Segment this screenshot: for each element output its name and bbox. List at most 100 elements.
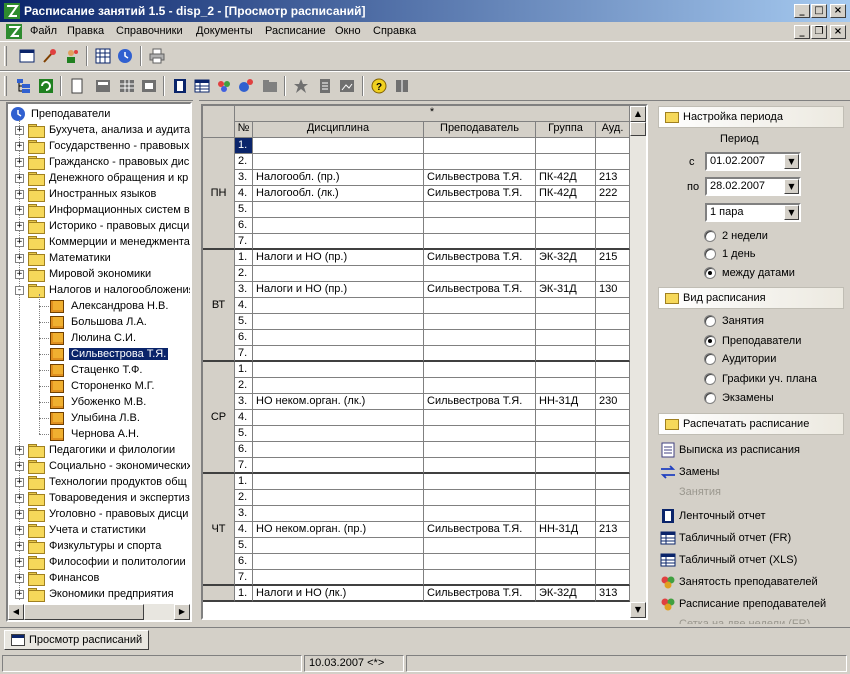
view-option-radio[interactable]: Преподаватели <box>704 335 801 347</box>
schedule-cell[interactable] <box>536 266 596 282</box>
schedule-cell[interactable] <box>424 138 536 154</box>
schedule-cell[interactable]: Сильвестрова Т.Я. <box>424 186 536 202</box>
expand-icon[interactable]: + <box>15 125 24 135</box>
schedule-cell[interactable] <box>253 474 424 490</box>
radio-dot[interactable] <box>704 267 716 279</box>
row-number-cell[interactable]: 6. <box>235 218 253 234</box>
expand-icon[interactable]: + <box>15 573 24 583</box>
chevron-down-icon[interactable]: ▼ <box>784 205 799 220</box>
column-header[interactable]: Преподаватель <box>424 122 536 138</box>
child-restore-button[interactable]: ❐ <box>811 25 827 39</box>
print-link[interactable]: Табличный отчет (XLS) <box>660 552 797 568</box>
scroll-left-button[interactable]: ◀ <box>8 604 24 620</box>
schedule-cell[interactable] <box>536 218 596 234</box>
schedule-cell[interactable]: Налоги и НО (пр.) <box>253 250 424 266</box>
schedule-cell[interactable]: 230 <box>596 394 630 410</box>
document-gray-icon[interactable] <box>316 77 334 95</box>
schedule-cell[interactable] <box>596 138 630 154</box>
row-number-cell[interactable]: 7. <box>235 234 253 250</box>
schedule-cell[interactable] <box>536 474 596 490</box>
row-number-cell[interactable]: 2. <box>235 490 253 506</box>
pair-select[interactable]: 1 пара ▼ <box>705 203 801 222</box>
schedule-cell[interactable] <box>536 138 596 154</box>
image-gray-icon[interactable] <box>338 77 356 95</box>
schedule-cell[interactable] <box>253 554 424 570</box>
schedule-cell[interactable] <box>596 266 630 282</box>
schedule-cell[interactable] <box>536 378 596 394</box>
tree-item[interactable]: + Уголовно - правовых дисци <box>15 506 190 522</box>
tree-teacher-item[interactable]: Улыбина Л.В. <box>50 410 142 426</box>
schedule-cell[interactable] <box>253 490 424 506</box>
menu-documents[interactable]: Документы <box>196 25 253 37</box>
schedule-cell[interactable] <box>596 554 630 570</box>
print-link[interactable]: Табличный отчет (FR) <box>660 530 791 546</box>
print-link[interactable]: Замены <box>660 464 719 480</box>
tree-item[interactable]: + Государственно - правовых <box>15 138 190 154</box>
schedule-cell[interactable] <box>424 346 536 362</box>
grid-icon[interactable] <box>118 77 136 95</box>
tree-teacher-item[interactable]: Стороненко М.Г. <box>50 378 156 394</box>
schedule-cell[interactable]: 313 <box>596 586 630 602</box>
book-gray-icon[interactable] <box>393 77 411 95</box>
schedule-cell[interactable]: НН-31Д <box>536 522 596 538</box>
tree-item[interactable]: + Денежного обращения и кр <box>15 170 190 186</box>
tree-horizontal-scrollbar[interactable]: ◀ ▶ <box>8 604 190 620</box>
schedule-cell[interactable]: ЭК-32Д <box>536 586 596 602</box>
tree-teacher-item[interactable]: Люлина С.И. <box>50 330 138 346</box>
row-number-cell[interactable]: 3. <box>235 394 253 410</box>
schedule-cell[interactable]: 213 <box>596 170 630 186</box>
refresh-icon[interactable] <box>37 77 55 95</box>
schedule-cell[interactable] <box>596 426 630 442</box>
schedule-cell[interactable] <box>536 298 596 314</box>
schedule-cell[interactable] <box>536 314 596 330</box>
expand-icon[interactable]: + <box>15 445 24 455</box>
expand-icon[interactable]: + <box>15 253 24 263</box>
scroll-down-button[interactable]: ▼ <box>630 602 646 618</box>
toolbar-grip[interactable] <box>4 46 7 66</box>
schedule-cell[interactable] <box>253 458 424 474</box>
schedule-cell[interactable] <box>253 506 424 522</box>
expand-icon[interactable]: + <box>15 205 24 215</box>
schedule-cell[interactable] <box>424 378 536 394</box>
schedule-cell[interactable] <box>253 538 424 554</box>
tree-teacher-item[interactable]: Убоженко М.В. <box>50 394 148 410</box>
folder-gray-icon[interactable] <box>261 77 279 95</box>
chevron-down-icon[interactable]: ▼ <box>784 154 799 169</box>
row-number-cell[interactable]: 2. <box>235 266 253 282</box>
expand-icon[interactable]: + <box>15 221 24 231</box>
view-option-radio[interactable]: Экзамены <box>704 392 774 404</box>
schedule-cell[interactable] <box>424 298 536 314</box>
schedule-cell[interactable] <box>536 410 596 426</box>
row-number-cell[interactable]: 1. <box>235 474 253 490</box>
tree-item[interactable]: + Социально - экономических <box>15 458 190 474</box>
schedule-cell[interactable] <box>424 154 536 170</box>
row-number-cell[interactable]: 3. <box>235 282 253 298</box>
molecule-icon[interactable] <box>237 77 255 95</box>
schedule-cell[interactable] <box>536 426 596 442</box>
schedule-cell[interactable]: Налоги и НО (лк.) <box>253 586 424 602</box>
printer-icon[interactable] <box>148 47 166 65</box>
print-link[interactable]: Расписание преподавателей <box>660 596 826 612</box>
radio-dot[interactable] <box>704 335 716 347</box>
menu-schedule[interactable]: Расписание <box>265 25 326 37</box>
schedule-cell[interactable]: НО неком.орган. (пр.) <box>253 522 424 538</box>
radio-dot[interactable] <box>704 248 716 260</box>
print-link[interactable]: Занятость преподавателей <box>660 574 818 590</box>
tree-item[interactable]: + Финансов <box>15 570 101 586</box>
schedule-cell[interactable]: 130 <box>596 282 630 298</box>
expand-icon[interactable]: + <box>15 141 24 151</box>
expand-icon[interactable]: + <box>15 493 24 503</box>
tree-item[interactable]: + Коммерции и менеджмента <box>15 234 190 250</box>
row-number-cell[interactable]: 4. <box>235 298 253 314</box>
tree-item[interactable]: + Философии и политологии <box>15 554 188 570</box>
schedule-cell[interactable]: Сильвестрова Т.Я. <box>424 522 536 538</box>
schedule-cell[interactable] <box>424 234 536 250</box>
schedule-cell[interactable] <box>536 458 596 474</box>
schedule-cell[interactable] <box>596 490 630 506</box>
grid-vertical-scrollbar[interactable]: ▲ ▼ <box>630 106 646 618</box>
schedule-cell[interactable] <box>253 442 424 458</box>
schedule-cell[interactable] <box>253 234 424 250</box>
row-number-cell[interactable]: 6. <box>235 442 253 458</box>
schedule-cell[interactable] <box>596 538 630 554</box>
collapse-icon[interactable]: - <box>15 285 24 295</box>
